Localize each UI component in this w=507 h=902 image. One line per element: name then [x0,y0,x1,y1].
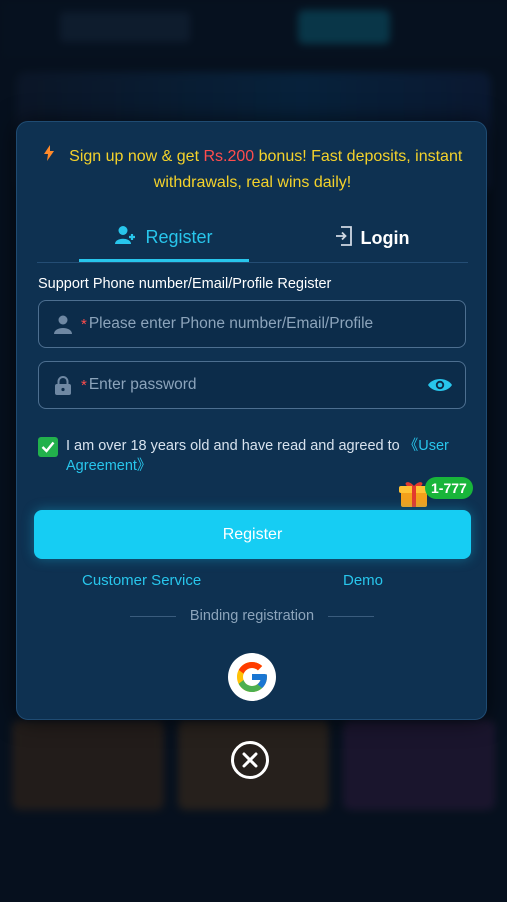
bolt-icon [43,145,59,165]
promo-amount: Rs.200 [203,148,255,165]
agreement-row: I am over 18 years old and have read and… [38,436,468,476]
auth-tabs: Register Login [37,216,468,263]
password-field[interactable]: * [38,361,466,409]
bonus-badge: 1-777 [425,477,473,499]
login-door-icon [335,225,353,251]
binding-divider: Binding registration [127,608,377,624]
agreement-text: I am over 18 years old and have read and… [66,436,468,476]
tab-login[interactable]: Login [307,216,437,260]
checkmark-icon [41,441,55,453]
agreement-statement: I am over 18 years old and have read and… [66,438,404,454]
gift-icon [398,477,430,509]
register-modal: Sign up now & get Rs.200 bonus! Fast dep… [16,121,487,720]
tab-login-label: Login [360,227,410,248]
google-login-button[interactable] [228,653,276,701]
agreement-checkbox[interactable] [38,437,58,457]
customer-service-link[interactable]: Customer Service [82,572,201,589]
tab-register-label: Register [145,227,213,247]
close-icon [242,752,258,768]
support-label: Support Phone number/Email/Profile Regis… [38,276,332,292]
tab-register[interactable]: Register [79,216,249,262]
user-add-icon [115,225,137,250]
promo-prefix: Sign up now & get [69,148,204,165]
register-button[interactable]: Register [34,510,471,559]
account-field[interactable]: * [38,300,466,348]
demo-link[interactable]: Demo [343,572,383,589]
user-icon [53,314,73,334]
promo-banner: Sign up now & get Rs.200 bonus! Fast dep… [37,144,468,196]
lock-icon [53,375,73,395]
required-mark: * [81,376,87,394]
required-mark: * [81,315,87,333]
binding-label: Binding registration [189,608,315,624]
eye-icon[interactable] [427,375,453,395]
account-input[interactable] [88,315,465,333]
divider-line [129,615,176,617]
password-input[interactable] [88,376,427,394]
divider-line [328,615,375,617]
google-icon [237,662,267,692]
close-modal-button[interactable] [231,741,269,779]
